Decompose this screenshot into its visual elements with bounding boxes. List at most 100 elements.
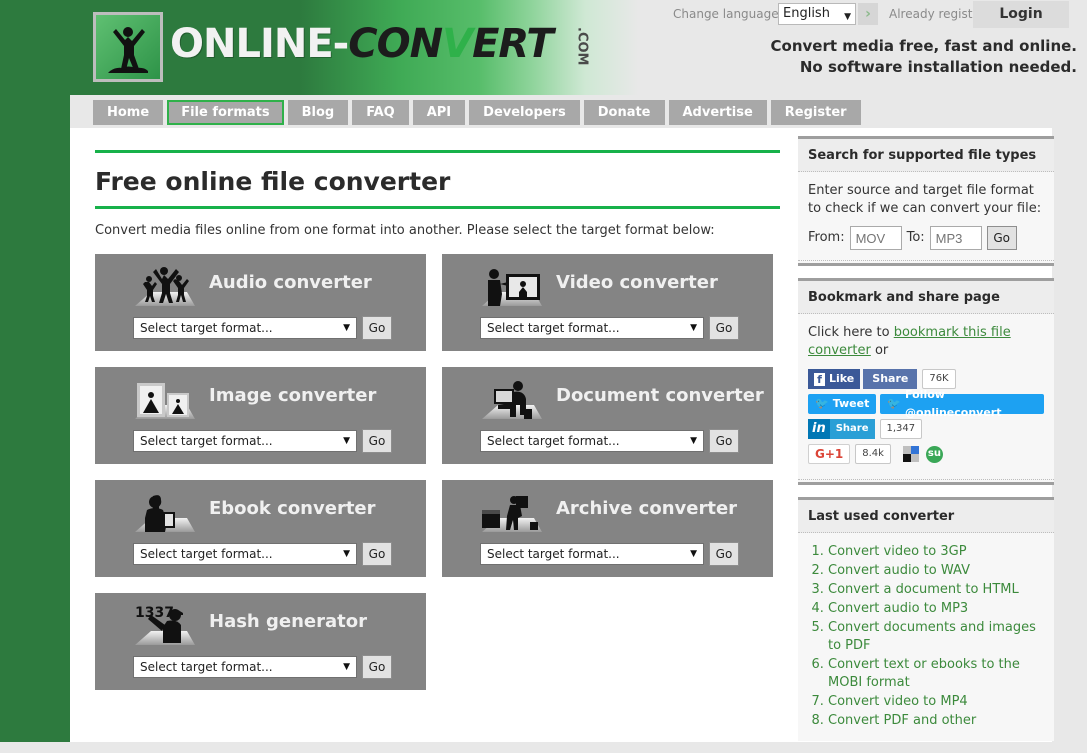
- logo-part-v: V: [442, 21, 473, 67]
- bookmark-text-after: or: [870, 343, 889, 358]
- googleplus-row: G+1 8.4k su: [808, 444, 1044, 464]
- logo-part-online: ONLINE: [170, 21, 334, 67]
- chevron-down-icon: ▼: [844, 12, 851, 22]
- site-logo-mark[interactable]: [93, 12, 163, 82]
- target-format-value: Select target format...: [140, 321, 273, 335]
- twitter-bird-icon: 🐦: [815, 397, 829, 410]
- converter-go-button[interactable]: Go: [709, 316, 739, 340]
- converter-go-button[interactable]: Go: [362, 542, 392, 566]
- target-format-select[interactable]: Select target format... ▼: [133, 317, 357, 339]
- target-format-select[interactable]: Select target format... ▼: [480, 317, 704, 339]
- audio-dancers-icon: [135, 267, 195, 306]
- stumbleupon-icon[interactable]: su: [925, 445, 943, 463]
- last-used-item[interactable]: Convert PDF and other: [828, 712, 1044, 730]
- twitter-bird-icon: 🐦: [887, 397, 902, 410]
- last-used-link[interactable]: Convert text or ebooks to the MOBI forma…: [828, 657, 1020, 690]
- converter-title: Audio converter: [209, 272, 372, 293]
- twitter-tweet-button[interactable]: 🐦 Tweet: [808, 394, 877, 414]
- last-used-link[interactable]: Convert a document to HTML: [828, 582, 1019, 597]
- last-used-item[interactable]: Convert text or ebooks to the MOBI forma…: [828, 656, 1044, 692]
- title-rule-bottom: [95, 206, 780, 209]
- linkedin-share-label: Share: [829, 419, 875, 439]
- nav-item-home[interactable]: Home: [93, 100, 164, 125]
- converter-icon: [131, 375, 199, 427]
- nav-item-developers[interactable]: Developers: [469, 100, 580, 125]
- search-format-row: From: To: Go: [808, 226, 1044, 250]
- last-used-item[interactable]: Convert audio to MP3: [828, 600, 1044, 618]
- nav-item-api[interactable]: API: [412, 100, 466, 125]
- converter-form: Select target format... ▼ Go: [480, 429, 739, 453]
- converter-go-button[interactable]: Go: [362, 655, 392, 679]
- last-used-item[interactable]: Convert documents and images to PDF: [828, 619, 1044, 655]
- last-used-converter-widget: Last used converter Convert video to 3GP…: [798, 497, 1054, 741]
- target-format-select[interactable]: Select target format... ▼: [133, 656, 357, 678]
- ebook-reader-icon: [135, 495, 195, 532]
- share-widget-body: Click here to bookmark this file convert…: [798, 314, 1054, 479]
- target-format-select[interactable]: Select target format... ▼: [133, 543, 357, 565]
- nav-item-file-formats[interactable]: File formats: [167, 100, 284, 125]
- language-go-button[interactable]: ›: [858, 3, 878, 25]
- target-format-value: Select target format...: [140, 547, 273, 561]
- last-used-widget-title: Last used converter: [798, 500, 1054, 533]
- converter-title: Video converter: [556, 272, 718, 293]
- page-title: Free online file converter: [95, 167, 451, 196]
- last-used-link[interactable]: Convert video to 3GP: [828, 544, 967, 559]
- last-used-item[interactable]: Convert video to 3GP: [828, 543, 1044, 561]
- change-language-label: Change language:: [673, 7, 783, 21]
- last-used-link[interactable]: Convert documents and images to PDF: [828, 620, 1036, 653]
- to-format-input[interactable]: [929, 226, 982, 250]
- converter-icon: [478, 375, 546, 427]
- last-used-item[interactable]: Convert a document to HTML: [828, 581, 1044, 599]
- nav-item-faq[interactable]: FAQ: [352, 100, 409, 125]
- last-used-link[interactable]: Convert PDF and other: [828, 713, 976, 728]
- converter-title: Ebook converter: [209, 498, 376, 519]
- from-format-input[interactable]: [849, 226, 902, 250]
- widget-end-rule: [798, 263, 1054, 266]
- search-go-button[interactable]: Go: [986, 226, 1017, 250]
- last-used-item[interactable]: Convert audio to WAV: [828, 562, 1044, 580]
- chevron-down-icon: ▼: [343, 436, 350, 446]
- hash-graffiti-icon: 1337: [135, 605, 195, 645]
- last-used-list: Convert video to 3GP Convert audio to WAV…: [798, 543, 1044, 730]
- search-file-types-widget: Search for supported file types Enter so…: [798, 136, 1054, 266]
- main-content: Free online file converter Convert media…: [95, 150, 780, 690]
- converter-card-image-converter: Image converter Select target format... ▼ G…: [95, 367, 426, 464]
- login-button[interactable]: Login: [973, 1, 1069, 28]
- bookmark-text-before: Click here to: [808, 325, 894, 340]
- last-used-item[interactable]: Convert video to MP4: [828, 693, 1044, 711]
- widget-end-rule: [798, 482, 1054, 485]
- last-used-link[interactable]: Convert audio to MP3: [828, 601, 968, 616]
- converter-icon: 1337: [131, 601, 199, 653]
- last-used-link[interactable]: Convert video to MP4: [828, 694, 968, 709]
- nav-item-register[interactable]: Register: [770, 100, 861, 125]
- converter-go-button[interactable]: Go: [362, 429, 392, 453]
- converter-form: Select target format... ▼ Go: [133, 542, 392, 566]
- twitter-follow-button[interactable]: 🐦 Follow @onlineconvert: [880, 388, 1044, 419]
- svg-text:1337: 1337: [135, 605, 174, 621]
- language-select[interactable]: ▼ English: [778, 3, 856, 25]
- converter-card-document-converter: Document converter Select target format..…: [442, 367, 773, 464]
- converter-go-button[interactable]: Go: [709, 542, 739, 566]
- target-format-select[interactable]: Select target format... ▼: [480, 430, 704, 452]
- facebook-like-button[interactable]: f Like: [808, 369, 861, 389]
- linkedin-share-button[interactable]: in Share: [808, 419, 875, 439]
- converter-go-button[interactable]: Go: [362, 316, 392, 340]
- bookmark-sentence: Click here to bookmark this file convert…: [808, 324, 1044, 360]
- target-format-select[interactable]: Select target format... ▼: [133, 430, 357, 452]
- site-logo-text[interactable]: ONLINE-CONVERT .COM: [170, 18, 608, 70]
- delicious-icon[interactable]: [902, 446, 919, 462]
- google-plus-one-button[interactable]: G+1: [808, 444, 851, 464]
- last-used-widget-body: Convert video to 3GP Convert audio to WAV…: [798, 533, 1054, 741]
- target-format-value: Select target format...: [487, 434, 620, 448]
- nav-item-donate[interactable]: Donate: [583, 100, 665, 125]
- last-used-link[interactable]: Convert audio to WAV: [828, 563, 970, 578]
- bookmark-share-widget: Bookmark and share page Click here to bo…: [798, 278, 1054, 485]
- converter-form: Select target format... ▼ Go: [133, 429, 392, 453]
- nav-item-advertise[interactable]: Advertise: [668, 100, 767, 125]
- converter-card-video-converter: Video converter Select target format... ▼ G…: [442, 254, 773, 351]
- converter-go-button[interactable]: Go: [709, 429, 739, 453]
- nav-item-blog[interactable]: Blog: [287, 100, 349, 125]
- logo-part-ert: ERT: [472, 21, 554, 67]
- target-format-select[interactable]: Select target format... ▼: [480, 543, 704, 565]
- converter-form: Select target format... ▼ Go: [480, 542, 739, 566]
